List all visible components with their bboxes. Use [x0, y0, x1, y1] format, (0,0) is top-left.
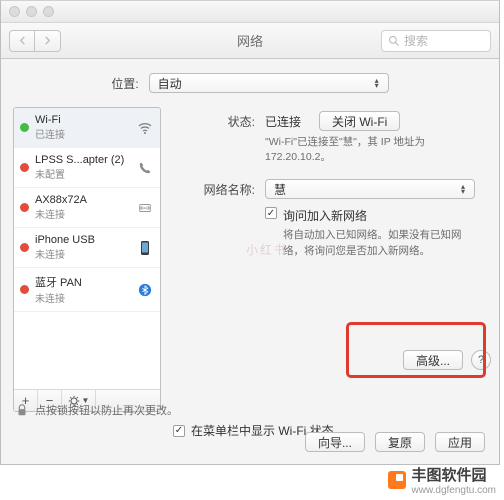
revert-button[interactable]: 复原: [375, 432, 425, 452]
wifi-icon: [136, 119, 154, 137]
help-button[interactable]: ?: [471, 350, 491, 370]
status-dot-icon: [20, 243, 29, 252]
back-button[interactable]: [9, 30, 35, 52]
ask-join-desc: 将自动加入已知网络。如果没有已知网络，将询问您是否加入新网络。: [283, 228, 481, 258]
interface-sidebar: Wi-Fi 已连接 LPSS S...apter (2) 未配置: [13, 107, 161, 412]
network-name-popup[interactable]: 慧 ▴▾: [265, 179, 475, 199]
lock-row[interactable]: 点按锁按钮以防止再次更改。: [15, 402, 178, 418]
brand-watermark: 丰图软件园 www.dgfengtu.com: [388, 464, 497, 496]
toolbar: 网络 搜索: [1, 23, 499, 59]
traffic-lights: [9, 6, 54, 17]
sidebar-item-iphone[interactable]: iPhone USB 未连接: [14, 228, 160, 268]
sidebar-item-ax88[interactable]: AX88x72A 未连接: [14, 188, 160, 228]
forward-button[interactable]: [35, 30, 61, 52]
ask-join-checkbox[interactable]: ✓: [265, 207, 277, 219]
network-name-label: 网络名称:: [171, 179, 255, 258]
brand-logo-icon: [388, 471, 406, 489]
sidebar-item-sub: 未连接: [35, 246, 130, 261]
sidebar-item-label: iPhone USB: [35, 234, 130, 246]
status-dot-icon: [20, 285, 29, 294]
content-area: Wi-Fi 已连接 LPSS S...apter (2) 未配置: [1, 103, 499, 420]
show-menubar-checkbox[interactable]: ✓: [173, 425, 185, 437]
sidebar-item-wifi[interactable]: Wi-Fi 已连接: [14, 108, 160, 148]
lock-text: 点按锁按钮以防止再次更改。: [35, 402, 178, 418]
brand-url: www.dgfengtu.com: [412, 485, 497, 496]
popup-arrows-icon: ▴▾: [456, 184, 470, 194]
advanced-button[interactable]: 高级...: [403, 350, 463, 370]
sidebar-item-label: 蓝牙 PAN: [35, 274, 130, 290]
turn-wifi-off-button[interactable]: 关闭 Wi-Fi: [319, 111, 400, 131]
zoom-dot[interactable]: [43, 6, 54, 17]
close-dot[interactable]: [9, 6, 20, 17]
status-value: 已连接: [265, 113, 301, 130]
sidebar-item-label: Wi-Fi: [35, 114, 130, 126]
sidebar-item-label: AX88x72A: [35, 194, 130, 206]
ask-join-label: 询问加入新网络: [283, 207, 367, 224]
nav-buttons: [9, 30, 61, 52]
assist-button[interactable]: 向导...: [305, 432, 365, 452]
minimize-dot[interactable]: [26, 6, 37, 17]
iphone-icon: [136, 239, 154, 257]
search-field[interactable]: 搜索: [381, 30, 491, 52]
apply-button[interactable]: 应用: [435, 432, 485, 452]
sidebar-item-sub: 未配置: [35, 166, 130, 181]
search-placeholder: 搜索: [404, 32, 428, 49]
sidebar-item-label: LPSS S...apter (2): [35, 154, 130, 166]
lock-icon: [15, 403, 29, 417]
network-name-value: 慧: [274, 181, 286, 198]
status-dot-icon: [20, 123, 29, 132]
bluetooth-icon: [136, 281, 154, 299]
location-row: 位置: 自动 ▴▾: [1, 59, 499, 103]
brand-name: 丰图软件园: [412, 467, 487, 484]
bottom-buttons: 向导... 复原 应用: [305, 432, 485, 452]
sidebar-item-sub: 已连接: [35, 126, 130, 141]
preferences-window: 网络 搜索 位置: 自动 ▴▾ Wi-Fi 已连接: [0, 0, 500, 465]
sidebar-item-bluetooth[interactable]: 蓝牙 PAN 未连接: [14, 268, 160, 312]
status-dot-icon: [20, 203, 29, 212]
location-popup[interactable]: 自动 ▴▾: [149, 73, 389, 93]
location-value: 自动: [158, 75, 182, 92]
sidebar-item-sub: 未连接: [35, 206, 130, 221]
status-desc: "Wi-Fi"已连接至"慧"，其 IP 地址为 172.20.10.2。: [265, 135, 481, 165]
titlebar: [1, 1, 499, 23]
popup-arrows-icon: ▴▾: [370, 78, 384, 88]
location-label: 位置:: [111, 75, 138, 92]
ethernet-icon: [136, 199, 154, 217]
sidebar-item-sub: 未连接: [35, 290, 130, 305]
status-dot-icon: [20, 163, 29, 172]
sidebar-item-lpss[interactable]: LPSS S...apter (2) 未配置: [14, 148, 160, 188]
search-icon: [388, 35, 400, 47]
status-label: 状态:: [171, 111, 255, 165]
phone-icon: [136, 159, 154, 177]
